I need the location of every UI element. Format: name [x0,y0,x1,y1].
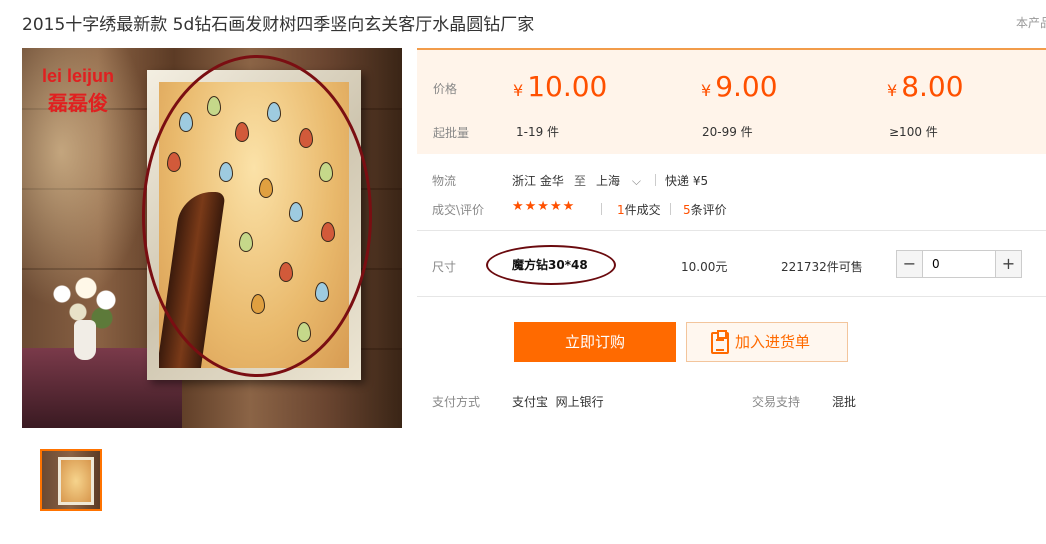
vase [74,320,96,360]
logistics-destination[interactable]: 上海 ⌵ [596,172,641,189]
size-label: 尺寸 [432,260,457,274]
size-price: 10.00元 [681,260,728,274]
clipboard-icon [711,330,729,354]
add-to-list-button[interactable]: 加入进货单 [686,322,848,362]
price-label: 价格 [433,82,458,96]
decrease-button[interactable]: − [897,251,923,277]
watermark-line2: 磊磊俊 [48,93,109,115]
qty-range-3: ≥100 件 [889,125,938,139]
reviews-label: 成交\评价 [432,203,485,217]
trade-support-value: 混批 [832,395,857,409]
trade-support-label: 交易支持 [752,395,801,409]
price-tier-3: ¥8.00 [887,70,964,103]
deals-count[interactable]: 1件成交 [617,201,661,218]
payment-methods: 支付宝 网上银行 [512,395,604,409]
increase-button[interactable]: + [995,251,1021,277]
add-to-list-label: 加入进货单 [735,333,811,351]
divider [670,203,671,215]
header-right-text: 本产品 [1016,16,1046,30]
chevron-down-icon[interactable]: ⌵ [632,174,641,188]
qty-range-2: 20-99 件 [702,125,753,139]
stock-available: 221732件可售 [781,260,863,274]
logistics-to: 至 [574,174,587,188]
thumbnail-painting [58,457,94,505]
annotation-circle [486,245,616,285]
qty-range-1: 1-19 件 [516,125,560,139]
thumbnail-image[interactable] [40,449,102,511]
payment-label: 支付方式 [432,395,481,409]
quantity-input[interactable] [924,251,994,277]
watermark-line1: lei leijun [42,66,115,86]
shipping-fee: 快递 ¥5 [665,174,709,188]
buy-now-button[interactable]: 立即订购 [514,322,676,362]
reviews-count[interactable]: 5条评价 [683,201,727,218]
logistics-origin: 浙江 金华 [512,174,564,188]
section-divider [417,296,1046,297]
moq-label: 起批量 [433,126,470,140]
logistics-label: 物流 [432,174,457,188]
rating-stars: ★★★★★ [512,199,576,214]
divider [601,203,602,215]
annotation-circle [142,55,372,377]
quantity-stepper[interactable]: − + [896,250,1022,278]
section-divider [417,230,1046,231]
price-tier-2: ¥9.00 [701,70,778,103]
watermark: lei leijun 磊磊俊 [42,62,114,118]
divider [655,174,656,186]
price-tier-1: ¥10.00 [513,70,608,103]
price-panel: 价格 起批量 ¥10.00 ¥9.00 ¥8.00 1-19 件 20-99 件… [417,48,1046,154]
product-title: 2015十字绣最新款 5d钻石画发财树四季竖向玄关客厅水晶圆钻厂家 [22,15,535,35]
